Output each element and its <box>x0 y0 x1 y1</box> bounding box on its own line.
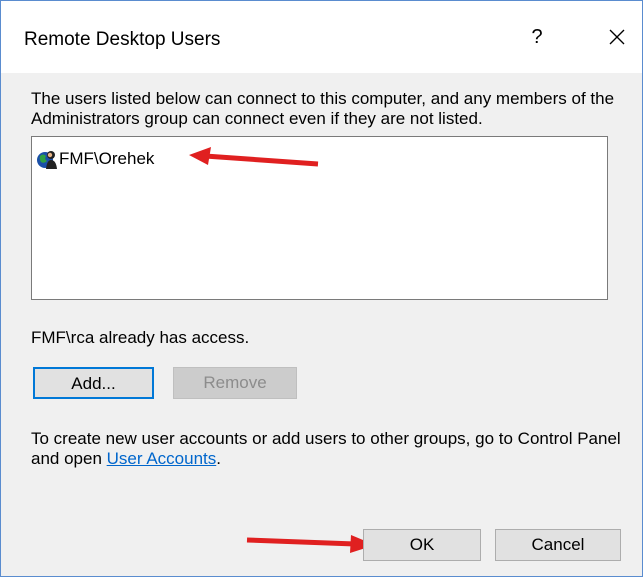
description-text: The users listed below can connect to th… <box>31 89 615 128</box>
help-button[interactable]: ? <box>517 15 557 59</box>
info-text: To create new user accounts or add users… <box>31 429 631 469</box>
user-account-icon <box>37 151 57 169</box>
user-list[interactable]: FMF\Orehek <box>31 136 608 300</box>
close-button[interactable] <box>597 15 637 59</box>
ok-button[interactable]: OK <box>363 529 481 561</box>
remote-desktop-users-dialog: Remote Desktop Users ? The users listed … <box>0 0 643 577</box>
cancel-button[interactable]: Cancel <box>495 529 621 561</box>
user-accounts-link[interactable]: User Accounts <box>107 449 217 468</box>
list-item-label: FMF\Orehek <box>59 149 155 168</box>
access-status-text: FMF\rca already has access. <box>31 328 250 347</box>
close-icon <box>609 29 625 45</box>
title-bar: Remote Desktop Users ? <box>1 1 642 73</box>
info-text-suffix: . <box>216 449 221 468</box>
dialog-title: Remote Desktop Users <box>24 29 221 50</box>
annotation-arrow-user <box>189 147 319 167</box>
annotation-arrow-ok <box>246 535 375 553</box>
remove-button[interactable]: Remove <box>173 367 297 399</box>
list-item[interactable]: FMF\Orehek <box>36 146 154 172</box>
add-button[interactable]: Add... <box>33 367 154 399</box>
